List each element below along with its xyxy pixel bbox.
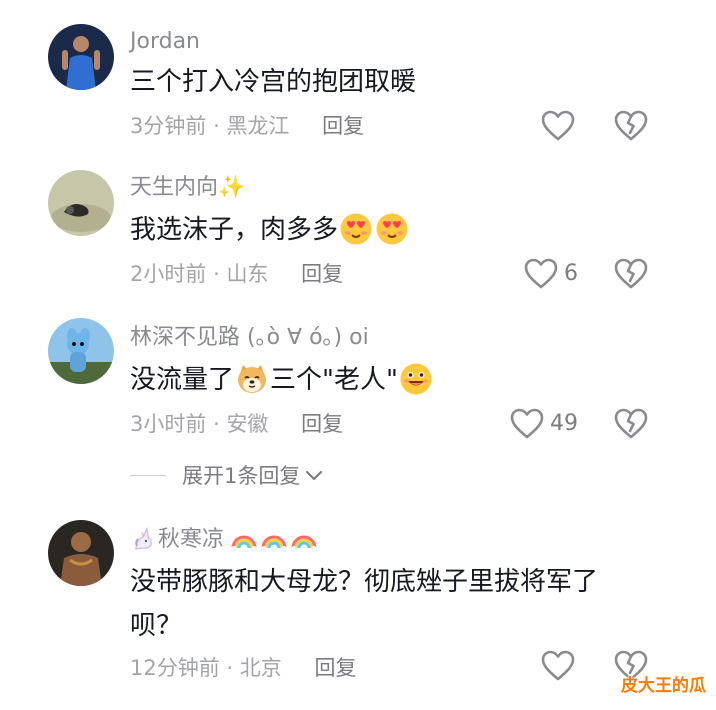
comment-text-line: 没带豚豚和大母龙？彻底矬子里拔将军了 (130, 567, 599, 597)
avatar[interactable] (48, 520, 114, 586)
meta-separator: · (213, 412, 220, 436)
comment-meta: 2小时前 · 山东 回复 (130, 260, 343, 288)
doge-emoji (235, 362, 269, 396)
expand-replies-label: 展开1条回复 (182, 464, 301, 488)
rainbow-icon (290, 526, 318, 554)
comment-text: 三个打入冷宫的抱团取暖 (130, 62, 416, 102)
meta-separator: · (226, 656, 234, 680)
comment-text: 我选沫子，肉多多 (130, 210, 410, 250)
comment-meta: 3分钟前 · 黑龙江 回复 (130, 112, 364, 140)
heart-icon (524, 258, 558, 290)
comment-meta: 12分钟前 · 北京 回复 (130, 654, 356, 682)
like-button[interactable]: 49 (510, 408, 578, 440)
like-button[interactable]: 6 (524, 258, 578, 290)
grin-emoji (399, 362, 433, 396)
comment-item: 秋寒凉 没带豚豚和大母龙？彻底矬子里拔将军了 呗？ 12分钟前 · 北京 回复 (0, 510, 716, 710)
comment-text: 没流量了 三个"老人" (130, 360, 434, 400)
comment-time: 12分钟前 (130, 656, 220, 680)
heart-eyes-emoji (339, 212, 373, 246)
heart-icon (541, 110, 575, 142)
reply-button[interactable]: 回复 (301, 412, 343, 436)
comment-location: 黑龙江 (226, 114, 290, 138)
comment-text-part: 三个打入冷宫的抱团取暖 (130, 67, 417, 97)
divider (130, 474, 166, 476)
username[interactable]: 林深不见路 (｡ò ∀ ó｡) oi (130, 324, 369, 352)
broken-heart-icon[interactable] (614, 408, 648, 440)
username[interactable]: 天生内向✨ (130, 174, 245, 202)
comment-location: 山东 (226, 262, 269, 286)
username[interactable]: 秋寒凉 (158, 526, 224, 554)
like-button[interactable] (541, 650, 581, 682)
reply-button[interactable]: 回复 (301, 262, 343, 286)
username-row: 秋寒凉 (130, 526, 318, 554)
comment-text-part: 没流量了 (130, 365, 235, 395)
comment-meta: 3小时前 · 安徽 回复 (130, 410, 343, 438)
avatar[interactable] (48, 170, 114, 236)
comment-item: Jordan 三个打入冷宫的抱团取暖 3分钟前 · 黑龙江 回复 (0, 0, 716, 160)
username[interactable]: Jordan (130, 28, 200, 56)
like-count: 49 (550, 411, 578, 436)
comment-text-part: 我选沫子，肉多多 (130, 215, 339, 245)
unicorn-icon (135, 527, 152, 550)
comment-location: 安徽 (226, 412, 269, 436)
comment-time: 2小时前 (130, 262, 207, 286)
rainbow-icon (260, 526, 288, 554)
comment-time: 3分钟前 (130, 114, 207, 138)
comment-text-part: 三个"老人" (270, 365, 398, 395)
reply-button[interactable]: 回复 (314, 656, 356, 680)
heart-icon (510, 408, 544, 440)
avatar[interactable] (48, 24, 114, 90)
broken-heart-icon[interactable] (614, 110, 648, 142)
avatar[interactable] (48, 318, 114, 384)
chevron-down-icon (306, 470, 323, 481)
heart-eyes-emoji (375, 212, 409, 246)
comment-time: 3小时前 (130, 412, 207, 436)
meta-separator: · (213, 262, 220, 286)
meta-separator: · (213, 114, 220, 138)
reply-button[interactable]: 回复 (322, 114, 364, 138)
watermark: 皮大王的瓜 (621, 676, 706, 696)
comment-item: 天生内向✨ 我选沫子，肉多多 2小时前 · 山东 回复 6 (0, 160, 716, 310)
comment-text: 没带豚豚和大母龙？彻底矬子里拔将军了 呗？ (130, 562, 598, 646)
expand-replies-button[interactable]: 展开1条回复 (130, 460, 324, 490)
heart-icon (541, 650, 575, 682)
like-count: 6 (564, 261, 578, 286)
comment-item: 林深不见路 (｡ò ∀ ó｡) oi 没流量了 三个"老人" 3小时前 · 安徽 … (0, 310, 716, 460)
broken-heart-icon[interactable] (614, 258, 648, 290)
comment-location: 北京 (239, 656, 282, 680)
rainbow-icon (230, 526, 258, 554)
comment-text-line: 呗？ (130, 611, 183, 641)
like-button[interactable] (541, 110, 581, 142)
